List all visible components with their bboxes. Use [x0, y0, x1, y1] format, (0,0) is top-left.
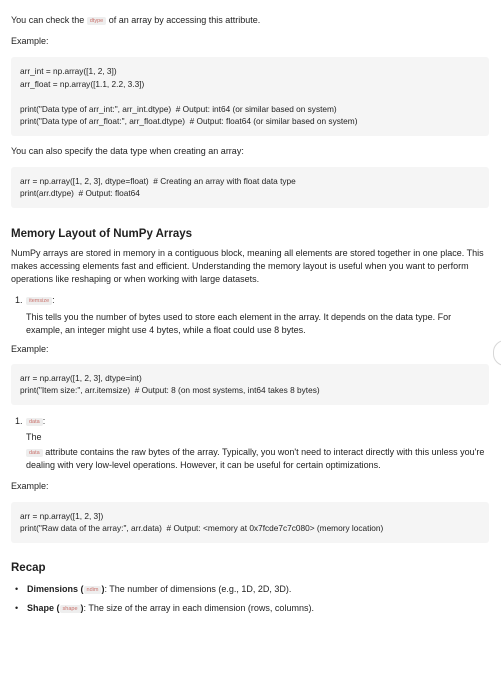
data-description-text: attribute contains the raw bytes of the …	[26, 446, 485, 470]
memory-layout-heading: Memory Layout of NumPy Arrays	[11, 227, 193, 240]
inline-code-ndim: ndim	[83, 585, 102, 594]
recap-definition: : The size of the array in each dimensio…	[83, 602, 314, 613]
bullet: •	[15, 602, 19, 613]
code-block-dtype: arr_int = np.array([1, 2, 3]) arr_float …	[11, 57, 489, 136]
inline-code-shape: shape	[59, 604, 81, 613]
data-description: data attribute contains the raw bytes of…	[26, 446, 489, 472]
document-body: You can check the dtype of an array by a…	[0, 14, 489, 615]
paren-open: (	[54, 602, 60, 613]
recap-term: Shape	[27, 602, 55, 613]
side-panel-handle[interactable]	[493, 340, 501, 366]
colon: :	[42, 415, 46, 426]
example-label: Example:	[11, 36, 49, 46]
code-block-float: arr = np.array([1, 2, 3], dtype=float) #…	[11, 166, 489, 208]
code-block-itemsize: arr = np.array([1, 2, 3], dtype=int) pri…	[11, 363, 489, 405]
dtype-intro: You can check the dtype of an array by a…	[11, 14, 489, 27]
specify-dtype-text: You can also specify the data type when …	[11, 145, 244, 156]
recap-item-dimensions: • Dimensions (ndim): The number of dimen…	[11, 583, 489, 596]
paren-open: (	[78, 583, 84, 594]
example-label: Example:	[11, 343, 49, 354]
recap-definition: : The number of dimensions (e.g., 1D, 2D…	[104, 583, 292, 594]
inline-code-itemsize: itemsize	[26, 296, 53, 305]
inline-code-dtype: dtype	[86, 17, 107, 25]
recap-heading: Recap	[11, 561, 46, 574]
list-item-itemsize: 1. itemsize: This tells you the number o…	[11, 294, 489, 337]
bullet: •	[15, 583, 19, 594]
inline-code-data-2: data	[26, 448, 43, 457]
data-the: The	[26, 431, 42, 442]
list-number: 1.	[15, 415, 23, 426]
example-label: Example:	[11, 480, 49, 491]
list-item-data: 1. data: The data attribute contains the…	[11, 415, 489, 472]
intro-text-post: of an array by accessing this attribute.	[106, 15, 261, 25]
code-block-raw-data: arr = np.array([1, 2, 3]) print("Raw dat…	[11, 501, 489, 543]
memory-layout-paragraph: NumPy arrays are stored in memory in a c…	[11, 247, 484, 284]
inline-code-data: data	[26, 417, 43, 426]
list-number: 1.	[15, 294, 23, 305]
intro-text-pre: You can check the	[11, 15, 87, 25]
recap-term: Dimensions	[27, 583, 79, 594]
itemsize-description: This tells you the number of bytes used …	[26, 311, 452, 335]
colon: :	[52, 294, 55, 305]
recap-item-shape: • Shape (shape): The size of the array i…	[11, 602, 489, 615]
recap-list: • Dimensions (ndim): The number of dimen…	[11, 583, 489, 615]
